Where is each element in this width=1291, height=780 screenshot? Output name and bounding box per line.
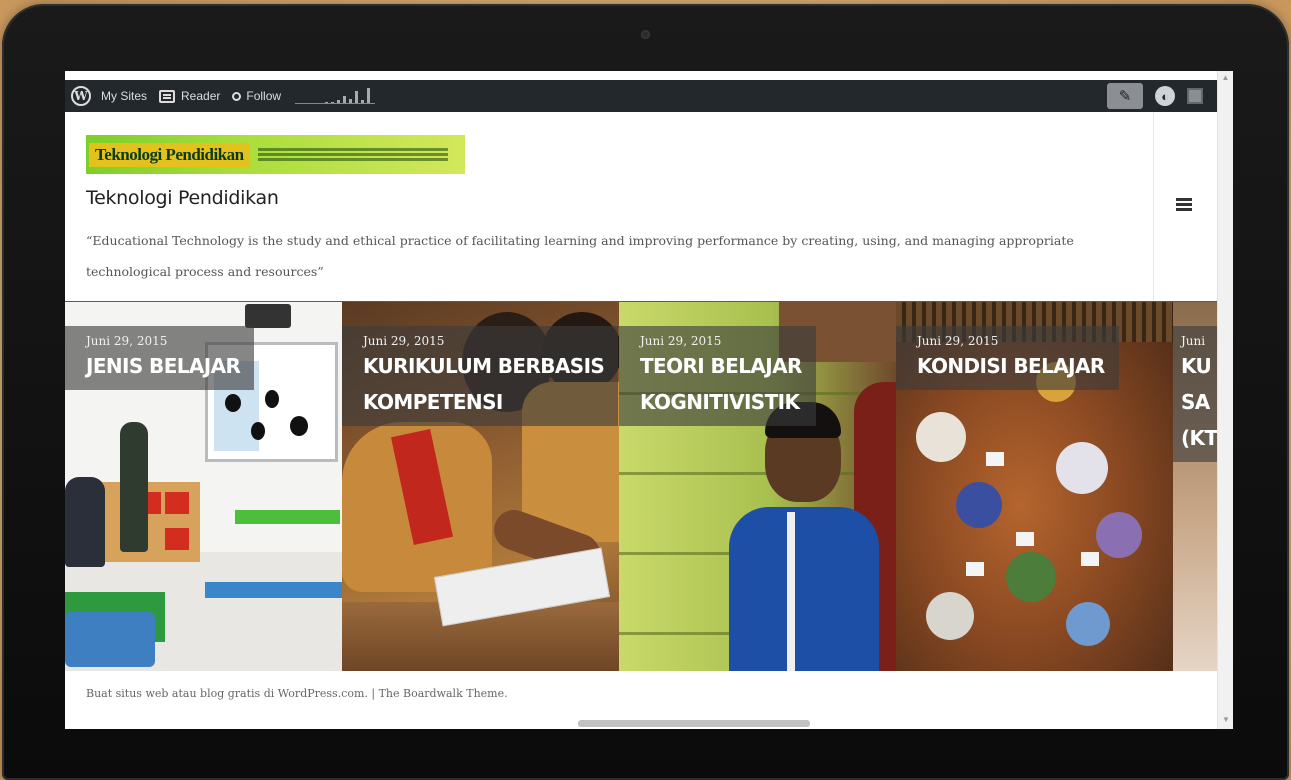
logo-fine-print	[257, 148, 465, 161]
post-date: Juni 29, 2015	[917, 334, 999, 348]
wp-admin-bar: W My Sites Reader Follow ✎ ◐	[65, 80, 1217, 112]
site-title[interactable]: Teknologi Pendidikan	[86, 187, 279, 209]
post-meta: Juni 29, 2015 TEORI BELAJAR KOGNITIVISTI…	[619, 326, 816, 426]
reader-icon	[159, 89, 176, 103]
follow-icon	[232, 91, 242, 101]
my-sites-link[interactable]: My Sites	[101, 89, 147, 103]
site-logo-banner[interactable]: Teknologi Pendidikan	[86, 135, 465, 174]
sparkline-bar	[343, 96, 347, 103]
browser-viewport: W My Sites Reader Follow ✎ ◐ Teknologi P…	[65, 71, 1233, 729]
write-icon: ✎	[1118, 88, 1132, 105]
avatar[interactable]	[1187, 88, 1203, 104]
sparkline-bar	[361, 100, 365, 103]
hamburger-menu-icon[interactable]	[1176, 198, 1192, 211]
site-footer-credit[interactable]: Buat situs web atau blog gratis di WordP…	[86, 687, 508, 700]
post-card[interactable]: Juni KU SA (KT	[1173, 302, 1217, 671]
post-card[interactable]: Juni 29, 2015 TEORI BELAJAR KOGNITIVISTI…	[619, 302, 896, 671]
post-card[interactable]: Juni 29, 2015 JENIS BELAJAR	[65, 302, 342, 671]
post-date: Juni	[1181, 334, 1206, 348]
header-divider	[1153, 112, 1154, 301]
post-meta: Juni 29, 2015 KONDISI BELAJAR	[896, 326, 1119, 390]
post-title[interactable]: KURIKULUM BERBASIS KOMPETENSI	[363, 348, 605, 420]
my-sites-label: My Sites	[101, 89, 148, 103]
webcam	[641, 30, 650, 39]
sparkline-bar	[331, 102, 335, 103]
stats-sparkline[interactable]	[295, 88, 376, 104]
site-tagline: “Educational Technology is the study and…	[86, 233, 1074, 279]
post-date: Juni 29, 2015	[640, 334, 722, 348]
post-title[interactable]: TEORI BELAJAR KOGNITIVISTIK	[640, 348, 802, 420]
post-title[interactable]: KONDISI BELAJAR	[917, 348, 1105, 384]
reader-link[interactable]: Reader	[159, 89, 220, 103]
sparkline-bar	[325, 102, 329, 103]
logo-title: Teknologi Pendidikan	[89, 142, 250, 167]
post-slider: Juni 29, 2015 JENIS BELAJAR Juni 29, 201…	[65, 302, 1217, 671]
post-card[interactable]: Juni 29, 2015 KONDISI BELAJAR	[896, 302, 1173, 671]
post-card[interactable]: Juni 29, 2015 KURIKULUM BERBASIS KOMPETE…	[342, 302, 619, 671]
post-title[interactable]: JENIS BELAJAR	[86, 348, 241, 384]
vertical-scrollbar[interactable]: ▲ ▼	[1217, 71, 1233, 729]
notifications-icon[interactable]: ◐	[1155, 86, 1175, 106]
post-date: Juni 29, 2015	[86, 334, 168, 348]
reader-label: Reader	[181, 89, 221, 103]
laptop-frame: W My Sites Reader Follow ✎ ◐ Teknologi P…	[2, 4, 1289, 780]
sparkline-bar	[349, 99, 353, 103]
sparkline-bar	[355, 91, 359, 103]
post-meta: Juni 29, 2015 KURIKULUM BERBASIS KOMPETE…	[342, 326, 619, 426]
post-meta: Juni KU SA (KT	[1173, 326, 1217, 462]
sparkline-bar	[337, 100, 341, 103]
horizontal-scrollbar[interactable]	[578, 720, 810, 727]
scroll-up-icon[interactable]: ▲	[1218, 71, 1233, 85]
post-date: Juni 29, 2015	[363, 334, 445, 348]
wordpress-logo-icon[interactable]: W	[71, 86, 91, 106]
follow-button[interactable]: Follow	[232, 89, 281, 103]
post-title[interactable]: KU SA (KT	[1181, 348, 1217, 456]
write-button[interactable]: ✎	[1107, 83, 1143, 109]
post-meta: Juni 29, 2015 JENIS BELAJAR	[65, 326, 255, 390]
site-header: Teknologi Pendidikan Teknologi Pendidika…	[65, 112, 1217, 301]
follow-label: Follow	[246, 89, 282, 103]
scroll-down-icon[interactable]: ▼	[1218, 713, 1233, 727]
sparkline-bar	[367, 88, 371, 103]
